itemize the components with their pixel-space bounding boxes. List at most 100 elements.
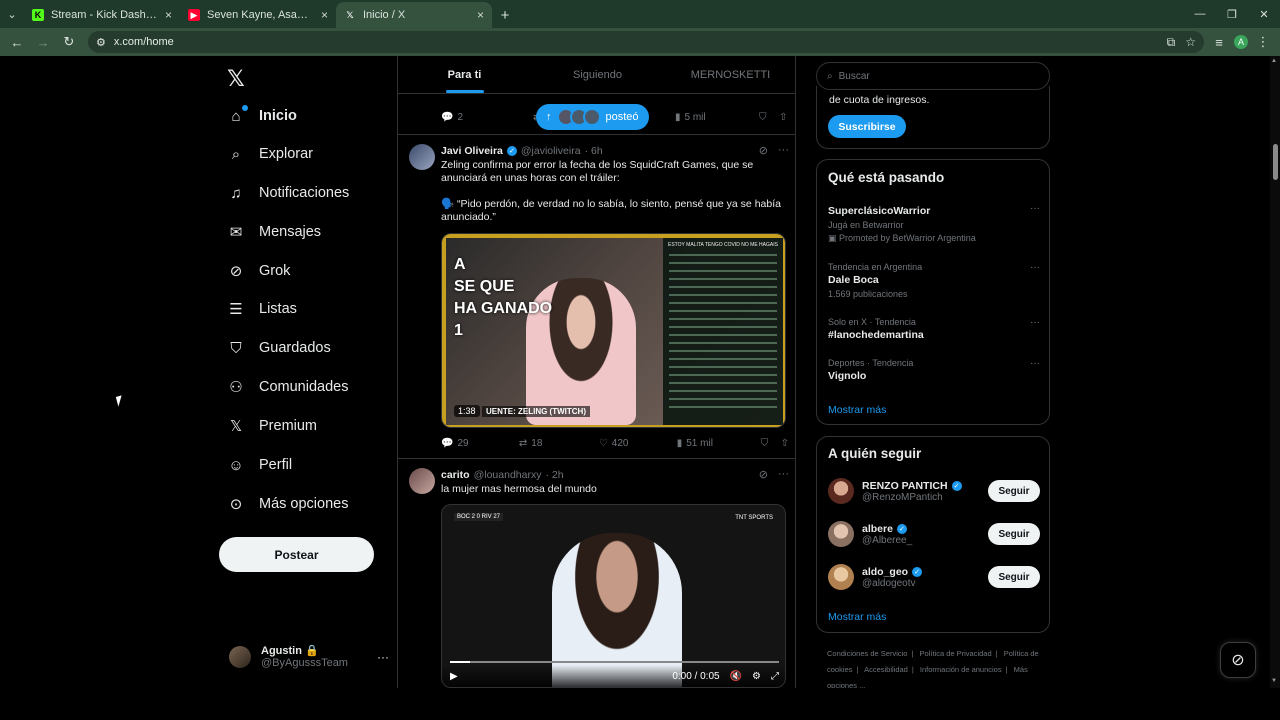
- subscribe-button[interactable]: Suscribirse: [828, 115, 906, 138]
- close-tab-icon[interactable]: ×: [165, 8, 172, 22]
- new-tab-icon[interactable]: +: [492, 2, 518, 28]
- profile-icon: ☺: [228, 456, 244, 474]
- nav-item-inicio[interactable]: ⌂ Inicio: [227, 100, 297, 132]
- nav-item-notificaciones[interactable]: ♫ Notificaciones: [227, 177, 349, 209]
- media-control-icon[interactable]: ≡: [1208, 31, 1230, 53]
- share-button[interactable]: ⇧: [779, 112, 787, 123]
- follow-suggestion[interactable]: RENZO PANTICH ✓ @RenzoMPantich Seguir: [828, 475, 1040, 507]
- tab-para-ti[interactable]: Para ti: [398, 56, 531, 93]
- post[interactable]: carito @louandharxy · 2h ⊘ ··· la mujer m…: [398, 459, 795, 688]
- nav-item-grok[interactable]: ⊘ Grok: [227, 255, 291, 287]
- settings-icon[interactable]: ⚙: [752, 671, 761, 682]
- nav-item-comunidades[interactable]: ⚇ Comunidades: [227, 371, 348, 403]
- follow-suggestion[interactable]: albere ✓ @Alberee_ Seguir: [828, 518, 1040, 550]
- repost-icon: ⇄: [518, 438, 528, 449]
- footer-link-ads-info[interactable]: Información de anuncios: [920, 665, 1002, 674]
- restore-icon[interactable]: ❐: [1216, 0, 1248, 28]
- author-name[interactable]: Javi Oliveira: [441, 145, 503, 157]
- trend-item[interactable]: Deportes · Tendencia Vignolo ···: [828, 358, 1040, 382]
- footer-link-privacy[interactable]: Política de Privacidad: [920, 649, 992, 658]
- new-posts-pill[interactable]: ↑ posteó: [536, 104, 649, 130]
- x-logo-icon[interactable]: 𝕏: [227, 66, 245, 92]
- nav-item-mas-opciones[interactable]: ⊙ Más opciones: [227, 488, 349, 520]
- views-button[interactable]: ▮ 5 mil: [675, 112, 759, 123]
- author-handle[interactable]: @louandharxy: [474, 469, 542, 481]
- browser-tab-kick[interactable]: K Stream - Kick Dashboard ×: [24, 2, 180, 28]
- browser-menu-icon[interactable]: ⋮: [1252, 31, 1274, 53]
- play-icon[interactable]: ▶: [450, 671, 458, 682]
- author-name[interactable]: carito: [441, 469, 470, 481]
- follow-show-more-link[interactable]: Mostrar más: [828, 611, 886, 623]
- follow-button[interactable]: Seguir: [988, 523, 1040, 545]
- like-button[interactable]: ♡ 420: [599, 438, 677, 449]
- video-source-caption: UENTE: ZELING (TWITCH): [482, 406, 590, 417]
- views-button[interactable]: ▮ 51 mil: [677, 438, 761, 449]
- post-video[interactable]: BOC 2 0 RIV 27 TNT SPORTS ▶ 0:00 / 0:05 …: [441, 504, 786, 688]
- reply-button[interactable]: 💬 29: [441, 438, 519, 449]
- footer-link-accessibility[interactable]: Accesibilidad: [864, 665, 908, 674]
- post-button[interactable]: Postear: [219, 537, 374, 572]
- follow-button[interactable]: Seguir: [988, 480, 1040, 502]
- suggestion-handle: @aldogeotv: [862, 577, 916, 589]
- grok-floating-button[interactable]: ⊘: [1220, 642, 1256, 678]
- reload-icon[interactable]: ↻: [58, 31, 80, 53]
- bookmark-button[interactable]: ⛉: [761, 438, 781, 449]
- close-tab-icon[interactable]: ×: [477, 8, 484, 22]
- post-time[interactable]: · 6h: [585, 145, 603, 157]
- close-tab-icon[interactable]: ×: [321, 8, 328, 22]
- reply-button[interactable]: 💬 2: [441, 112, 533, 123]
- fullscreen-icon[interactable]: ⤢: [771, 671, 779, 682]
- footer-link-terms[interactable]: Condiciones de Servicio: [827, 649, 907, 658]
- more-icon[interactable]: ···: [778, 468, 789, 481]
- scrollbar-thumb[interactable]: [1273, 144, 1278, 180]
- nav-item-explorar[interactable]: ⌕ Explorar: [227, 138, 313, 170]
- share-button[interactable]: ⇧: [781, 438, 789, 449]
- bookmark-star-icon[interactable]: ☆: [1185, 35, 1196, 49]
- repost-button[interactable]: ⇄ 18: [519, 438, 599, 449]
- more-icon[interactable]: ···: [1030, 317, 1040, 328]
- nav-item-mensajes[interactable]: ✉ Mensajes: [227, 216, 321, 248]
- profile-avatar[interactable]: A: [1234, 35, 1248, 49]
- site-info-icon[interactable]: ⚙: [96, 36, 106, 49]
- browser-tab-youtube[interactable]: ▶ Seven Kayne, Asan - todas igua ×: [180, 2, 336, 28]
- tab-siguiendo[interactable]: Siguiendo: [531, 56, 664, 93]
- more-icon[interactable]: ···: [778, 144, 789, 157]
- avatar[interactable]: [409, 468, 435, 494]
- more-icon[interactable]: ···: [1030, 203, 1040, 214]
- more-icon[interactable]: ···: [1030, 358, 1040, 369]
- minimize-icon[interactable]: —: [1184, 0, 1216, 28]
- mute-icon[interactable]: 🔇: [730, 671, 742, 682]
- install-app-icon[interactable]: ⧉: [1167, 35, 1176, 50]
- search-placeholder: Buscar: [838, 70, 870, 82]
- trend-item[interactable]: Solo en X · Tendencia #lanochedemartina …: [828, 317, 1040, 341]
- nav-item-perfil[interactable]: ☺ Perfil: [227, 449, 292, 481]
- tab-mernosketti[interactable]: MERNOSKETTI: [664, 56, 795, 93]
- nav-item-premium[interactable]: 𝕏 Premium: [227, 410, 317, 442]
- follow-suggestion[interactable]: aldo_geo ✓ @aldogeotv Seguir: [828, 561, 1040, 593]
- avatar[interactable]: [409, 144, 435, 170]
- forward-icon[interactable]: →: [32, 31, 54, 53]
- post-video[interactable]: ESTOY MALITA TENGO COVID NO ME HAGAIS A …: [441, 233, 786, 428]
- back-icon[interactable]: ←: [6, 31, 28, 53]
- trend-item[interactable]: Tendencia en Argentina Dale Boca 1.569 p…: [828, 262, 1040, 299]
- video-progress-bar[interactable]: [450, 661, 779, 663]
- browser-tab-x[interactable]: 𝕏 Inicio / X ×: [336, 2, 492, 28]
- grok-explain-icon[interactable]: ⊘: [759, 468, 768, 481]
- author-handle[interactable]: @javioliveira: [521, 145, 581, 157]
- trend-item[interactable]: SuperclásicoWarrior Jugá en Betwarrior ▣…: [828, 203, 1040, 244]
- tab-search-chevron-icon[interactable]: ⌄: [0, 0, 24, 28]
- close-window-icon[interactable]: ✕: [1248, 0, 1280, 28]
- more-icon[interactable]: ···: [1030, 262, 1040, 273]
- bookmark-button[interactable]: ⛉: [759, 112, 779, 123]
- address-bar[interactable]: ⚙ x.com/home ⧉ ☆: [88, 31, 1204, 53]
- post[interactable]: Javi Oliveira ✓ @javioliveira · 6h ⊘ ··· …: [398, 135, 795, 457]
- trends-show-more-link[interactable]: Mostrar más: [828, 404, 886, 416]
- follow-button[interactable]: Seguir: [988, 566, 1040, 588]
- nav-item-guardados[interactable]: ⛉ Guardados: [227, 332, 330, 364]
- post-time[interactable]: · 2h: [545, 469, 563, 481]
- grok-explain-icon[interactable]: ⊘: [759, 144, 768, 157]
- account-switcher[interactable]: Agustin 🔒 @ByAgusssTeam ···: [229, 644, 389, 669]
- page-scrollbar[interactable]: ▲ ▼: [1270, 56, 1280, 688]
- more-icon[interactable]: ···: [377, 650, 389, 664]
- nav-item-listas[interactable]: ☰ Listas: [227, 293, 297, 325]
